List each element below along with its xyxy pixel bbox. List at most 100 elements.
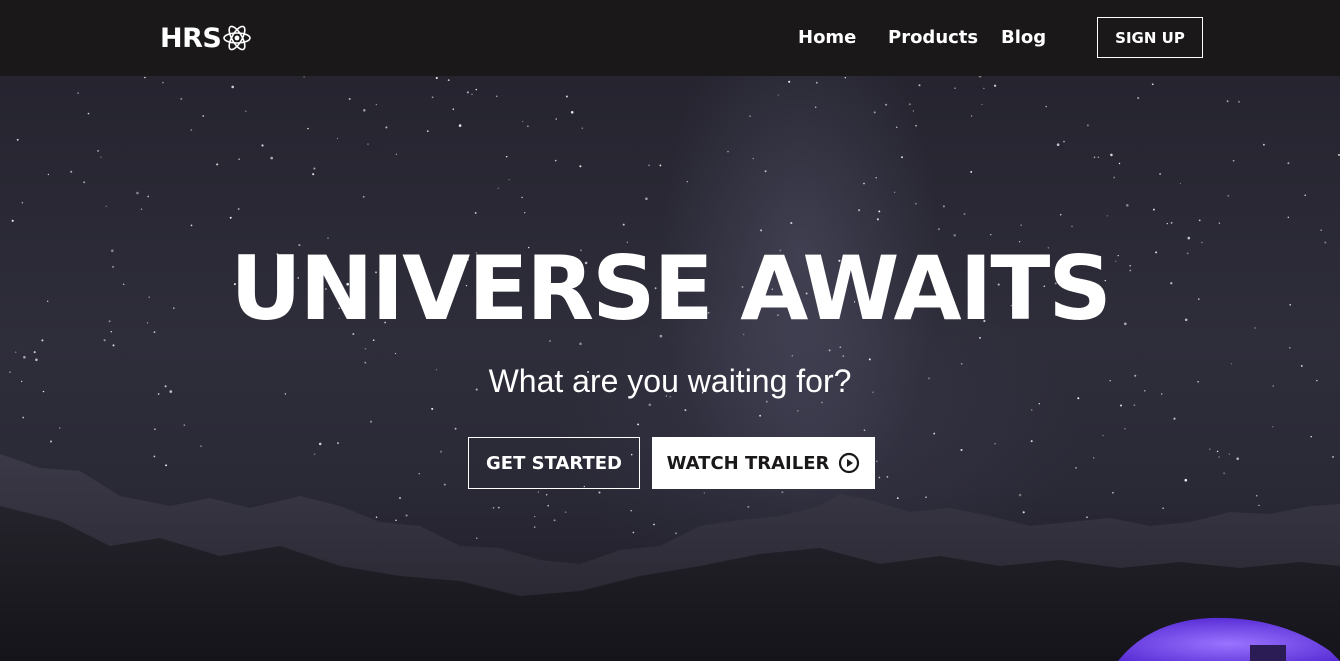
star [1045, 105, 1047, 108]
star [103, 339, 106, 342]
star [994, 84, 997, 87]
star [497, 506, 500, 509]
star [492, 506, 495, 509]
star [522, 120, 524, 123]
star [570, 111, 574, 114]
star [1227, 194, 1230, 197]
star [435, 76, 438, 80]
star [337, 442, 339, 445]
star [77, 92, 79, 94]
star [495, 95, 498, 98]
star [983, 87, 985, 90]
star [839, 346, 842, 349]
star [970, 170, 973, 173]
star [875, 177, 877, 179]
star [894, 191, 896, 193]
star [303, 76, 305, 78]
star [1038, 403, 1041, 405]
star [1113, 176, 1116, 179]
star [140, 208, 143, 210]
star [1133, 404, 1136, 406]
star [648, 164, 651, 167]
star [545, 494, 548, 496]
star [21, 201, 24, 204]
star [1162, 507, 1164, 509]
star [863, 429, 866, 432]
star [348, 97, 351, 101]
star [632, 531, 635, 534]
get-started-label: GET STARTED [486, 452, 622, 474]
star [686, 181, 688, 183]
star [1255, 494, 1258, 497]
star [1137, 96, 1140, 100]
star [22, 416, 25, 419]
star [1071, 225, 1073, 228]
star [764, 170, 767, 173]
star [777, 94, 779, 96]
logo-text: HRS [160, 22, 222, 54]
star [553, 519, 556, 522]
star [684, 409, 687, 412]
star [1059, 213, 1062, 216]
star [261, 144, 264, 147]
star [598, 491, 601, 494]
star [1310, 435, 1312, 438]
star [1289, 347, 1291, 349]
star [925, 496, 927, 499]
star [760, 229, 763, 232]
star [1236, 457, 1239, 461]
nav-link-blog[interactable]: Blog [1001, 27, 1046, 48]
star [1216, 450, 1219, 453]
star [394, 352, 397, 355]
star [1093, 457, 1095, 459]
star [675, 532, 677, 535]
star [154, 428, 156, 431]
star [369, 420, 373, 423]
star [1152, 208, 1155, 211]
star [87, 112, 90, 115]
star [112, 344, 115, 347]
star [83, 181, 86, 184]
star [508, 178, 510, 181]
star [153, 455, 156, 458]
star [1258, 504, 1260, 507]
star [147, 195, 150, 198]
star [814, 106, 817, 108]
star [579, 342, 582, 346]
star [1124, 428, 1126, 430]
star [475, 88, 478, 91]
star [1030, 409, 1033, 411]
star [981, 103, 983, 106]
star [183, 424, 186, 426]
star [703, 492, 705, 494]
star [11, 219, 14, 222]
watch-trailer-button[interactable]: WATCH TRAILER [652, 437, 875, 489]
star [579, 165, 582, 168]
star [630, 510, 632, 512]
sign-up-button[interactable]: SIGN UP [1097, 17, 1203, 58]
star [537, 491, 540, 493]
watch-trailer-label: WATCH TRAILER [666, 452, 830, 474]
hero-subtitle: What are you waiting for? [488, 363, 852, 399]
star [162, 81, 164, 84]
star [878, 210, 881, 213]
star [1020, 224, 1022, 226]
star [497, 187, 499, 189]
star [534, 515, 536, 518]
star [1102, 434, 1104, 437]
star [549, 340, 551, 342]
star [937, 228, 940, 231]
star [1086, 124, 1089, 127]
star [876, 218, 880, 221]
logo[interactable]: HRS [160, 22, 252, 54]
get-started-button[interactable]: GET STARTED [468, 437, 640, 489]
star [747, 505, 750, 508]
star [901, 156, 903, 159]
star [59, 427, 61, 429]
star [474, 211, 477, 214]
star [364, 347, 367, 350]
star [648, 403, 652, 407]
star [1179, 182, 1182, 185]
nav-link-home[interactable]: Home [798, 27, 856, 48]
nav-link-products[interactable]: Products [888, 27, 978, 48]
